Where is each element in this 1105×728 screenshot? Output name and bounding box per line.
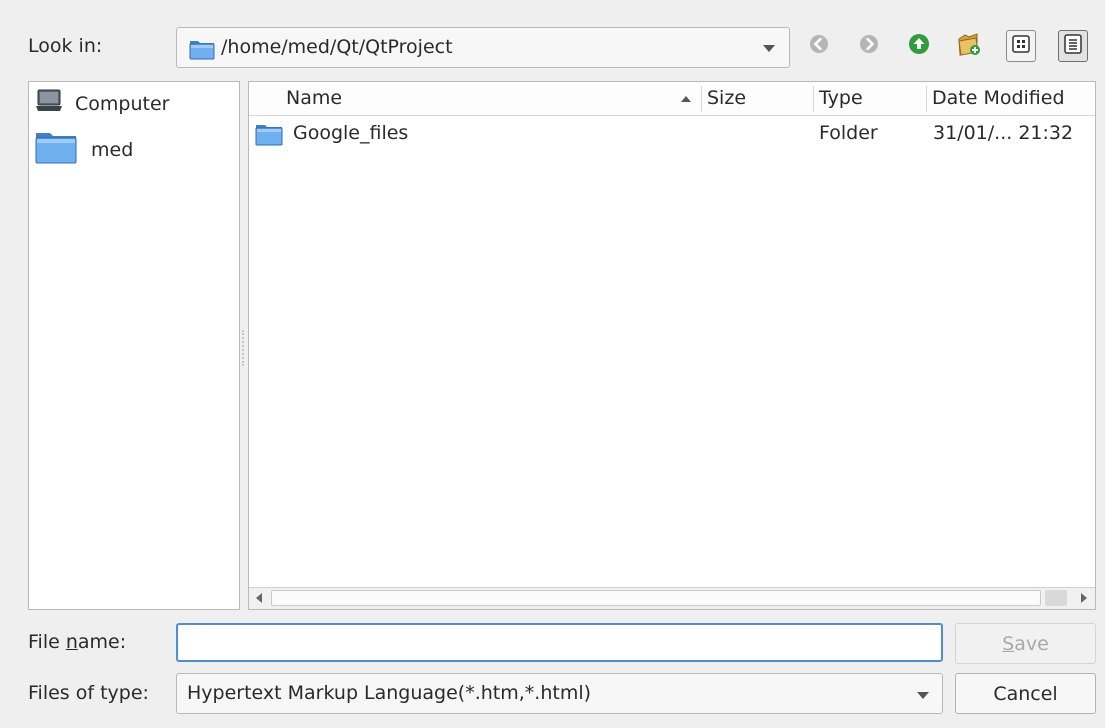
detail-view-icon <box>1064 33 1082 59</box>
column-header-name[interactable]: Name <box>286 82 342 115</box>
file-list-view[interactable]: Name Size Type Date Modified Google_file… <box>248 81 1096 610</box>
file-date-cell: 31/01/... 21:32 <box>933 122 1074 144</box>
scroll-left-icon[interactable] <box>256 593 262 603</box>
column-header-type[interactable]: Type <box>819 82 863 115</box>
look-in-path: /home/med/Qt/QtProject <box>221 36 453 58</box>
detail-view-button[interactable] <box>1058 30 1088 62</box>
icon-view-icon <box>1012 34 1030 58</box>
sidebar-item-label: Computer <box>75 92 170 115</box>
icon-view-button[interactable] <box>1006 30 1036 62</box>
back-button[interactable] <box>804 30 834 62</box>
folder-icon <box>255 122 283 151</box>
new-folder-button[interactable] <box>954 30 984 62</box>
horizontal-scrollbar[interactable] <box>249 587 1095 609</box>
folder-icon <box>35 130 77 169</box>
files-of-type-label: Files of type: <box>28 682 149 704</box>
files-of-type-combobox[interactable]: Hypertext Markup Language(*.htm,*.html) <box>176 673 943 714</box>
files-of-type-value: Hypertext Markup Language(*.htm,*.html) <box>187 682 592 704</box>
save-button[interactable]: Save <box>955 623 1096 664</box>
cancel-button[interactable]: Cancel <box>955 673 1096 714</box>
splitter-handle[interactable] <box>242 330 244 366</box>
look-in-combobox[interactable]: /home/med/Qt/QtProject <box>176 27 790 68</box>
back-icon <box>809 34 829 59</box>
table-row[interactable]: Google_files Folder 31/01/... 21:32 <box>249 117 1095 149</box>
up-directory-button[interactable] <box>904 30 934 62</box>
forward-icon <box>859 34 879 59</box>
column-header-date-modified[interactable]: Date Modified <box>932 82 1065 115</box>
scrollbar-thumb[interactable] <box>271 590 1041 606</box>
scroll-track-end <box>1045 590 1067 606</box>
file-name-input[interactable] <box>176 623 943 662</box>
chevron-down-icon <box>763 45 775 52</box>
computer-icon <box>35 88 63 119</box>
column-header-size[interactable]: Size <box>707 82 746 115</box>
file-list-header: Name Size Type Date Modified <box>249 82 1095 116</box>
up-directory-icon <box>908 33 930 60</box>
look-in-label: Look in: <box>28 35 103 57</box>
sidebar-item-med[interactable]: med <box>35 130 133 169</box>
file-type-cell: Folder <box>819 122 878 144</box>
forward-button[interactable] <box>854 30 884 62</box>
places-sidebar: Computer med <box>28 81 240 610</box>
chevron-down-icon <box>917 692 929 699</box>
file-name-label: File name: <box>28 631 127 653</box>
new-folder-icon <box>956 31 982 62</box>
sort-ascending-icon <box>681 96 691 102</box>
sidebar-item-computer[interactable]: Computer <box>35 88 169 119</box>
scroll-right-icon[interactable] <box>1081 593 1087 603</box>
sidebar-item-label: med <box>91 138 134 161</box>
file-name-cell: Google_files <box>293 122 409 144</box>
folder-icon <box>189 38 215 65</box>
